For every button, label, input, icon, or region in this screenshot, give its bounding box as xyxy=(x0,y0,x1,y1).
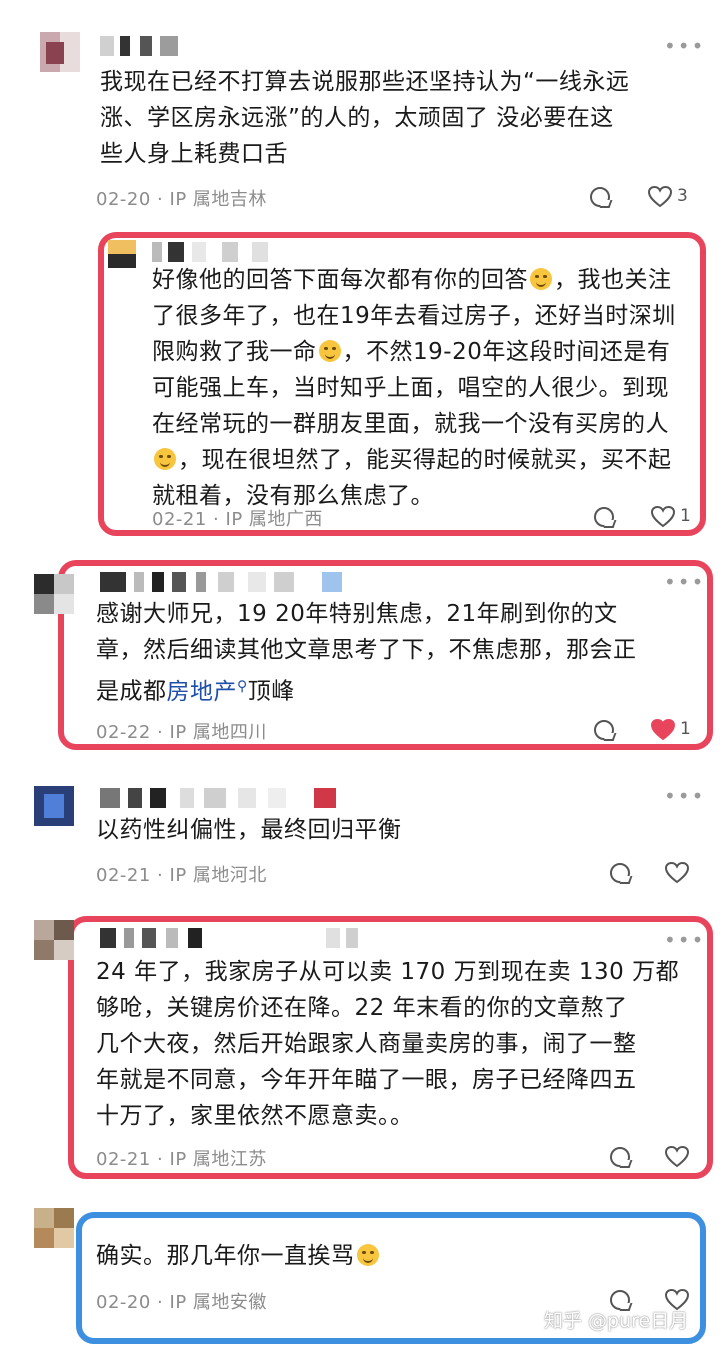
search-icon: ⚲ xyxy=(237,678,248,694)
like-button[interactable] xyxy=(665,862,689,884)
ip-location: IP 属地江苏 xyxy=(169,1149,267,1170)
ip-location: IP 属地安徽 xyxy=(169,1292,267,1313)
like-button[interactable] xyxy=(651,506,675,528)
avatar[interactable] xyxy=(34,1208,74,1248)
avatar[interactable] xyxy=(34,574,74,614)
ip-location: IP 属地四川 xyxy=(169,722,267,743)
comment-text: 好像他的回答下面每次都有你的回答 ，我也关注 了很多年了，也在19年去看过房子，还… xyxy=(152,267,676,509)
like-button[interactable] xyxy=(648,186,672,208)
comment-meta: 02-21 · IP 属地河北 xyxy=(96,865,267,886)
ip-location: IP 属地吉林 xyxy=(169,189,267,210)
heart-icon xyxy=(665,862,689,884)
heart-icon xyxy=(648,186,672,208)
heart-icon xyxy=(651,506,675,528)
reply-icon[interactable] xyxy=(594,507,614,527)
like-count: 3 xyxy=(677,186,688,206)
like-button-liked[interactable] xyxy=(651,719,675,741)
like-count: 1 xyxy=(680,506,691,526)
comment-text: 以药性纠偏性，最终回归平衡 xyxy=(96,817,402,843)
comment-date: 02-21 xyxy=(152,509,207,530)
comment-meta: 02-22 · IP 属地四川 xyxy=(96,722,267,743)
comment-meta: 02-21 · IP 属地广西 xyxy=(152,509,323,530)
username-blurred[interactable] xyxy=(100,788,340,808)
comment-date: 02-20 xyxy=(96,189,151,210)
more-options-icon[interactable]: ••• xyxy=(664,930,705,950)
rofl-emoji-icon xyxy=(318,340,341,362)
like-count: 1 xyxy=(680,719,691,739)
username-blurred[interactable] xyxy=(152,242,292,262)
avatar[interactable] xyxy=(40,32,80,72)
watermark: 知乎 @pure日月 xyxy=(544,1310,689,1332)
avatar[interactable] xyxy=(34,920,74,960)
more-options-icon[interactable]: ••• xyxy=(664,36,705,56)
comment-meta: 02-20 · IP 属地吉林 xyxy=(96,189,267,210)
comment-text: 确实。那几年你一直挨骂 xyxy=(96,1238,696,1274)
more-options-icon[interactable]: ••• xyxy=(664,786,705,806)
comment-date: 02-21 xyxy=(96,1149,151,1170)
topic-link-real-estate[interactable]: 房地产⚲ xyxy=(167,678,248,705)
like-button[interactable] xyxy=(665,1146,689,1168)
comment-text: 24 年了，我家房子从可以卖 170 万到现在卖 130 万都 够呛，关键房价还… xyxy=(96,959,680,1129)
heart-icon xyxy=(665,1146,689,1168)
smirk-emoji-icon xyxy=(530,268,552,290)
comment-date: 02-21 xyxy=(96,865,151,886)
ip-location: IP 属地广西 xyxy=(225,509,323,530)
username-blurred[interactable] xyxy=(100,928,360,948)
comment-meta: 02-21 · IP 属地江苏 xyxy=(96,1149,267,1170)
comment-text: 我现在已经不打算去说服那些还坚持认为“一线永远 涨、学区房永远涨”的人的，太顽固… xyxy=(100,69,630,167)
avatar[interactable] xyxy=(108,240,136,268)
comment-meta: 02-20 · IP 属地安徽 xyxy=(96,1292,267,1313)
more-options-icon[interactable]: ••• xyxy=(664,572,705,592)
comment-date: 02-20 xyxy=(96,1292,151,1313)
avatar[interactable] xyxy=(34,786,74,826)
username-blurred[interactable] xyxy=(100,36,190,56)
reply-icon[interactable] xyxy=(610,1147,630,1167)
reply-icon[interactable] xyxy=(590,187,610,207)
ip-location: IP 属地河北 xyxy=(169,865,267,886)
crying-laughing-emoji-icon xyxy=(154,448,176,470)
reply-icon[interactable] xyxy=(594,720,614,740)
comment-text: 感谢大师兄，19 20年特别焦虑，21年刷到你的文 章，然后细读其他文章思考了下… xyxy=(96,601,637,705)
reply-icon[interactable] xyxy=(610,863,630,883)
comment-date: 02-22 xyxy=(96,722,151,743)
heart-filled-icon xyxy=(651,719,675,741)
username-blurred[interactable] xyxy=(100,572,360,592)
crying-laughing-emoji-icon xyxy=(356,1244,379,1266)
